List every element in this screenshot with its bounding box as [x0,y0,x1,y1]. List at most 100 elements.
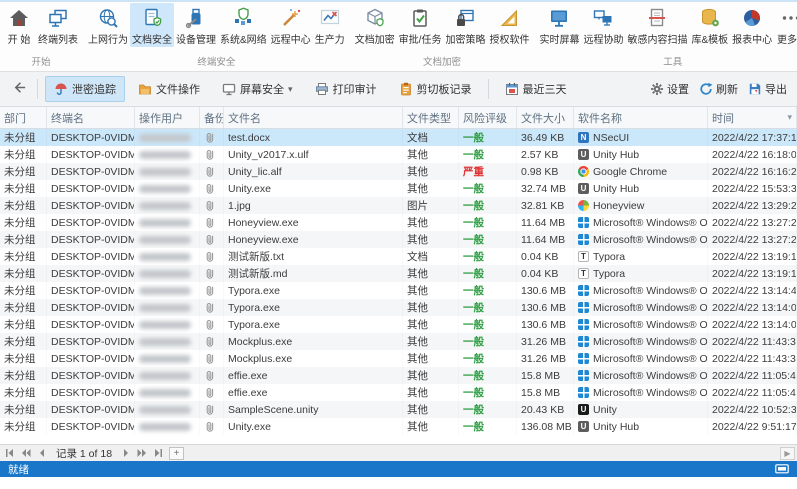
toolbar-tab-clipboard-record[interactable]: 剪切板记录 [390,76,481,102]
paperclip-icon[interactable] [204,369,216,382]
table-row[interactable]: 未分组DESKTOP-0VIDMDJHoneyview.exe其他一般11.64… [0,214,797,231]
cell-terminal: DESKTOP-0VIDMDJ [47,180,135,197]
prev-record-button[interactable] [34,446,50,460]
next-record-button[interactable] [118,446,134,460]
prev-page-button[interactable] [18,446,34,460]
ribbon-item-sensitive-scan[interactable]: 敏感内容扫描 [625,3,689,47]
ribbon-item-licensed-software[interactable]: 授权软件 [487,3,531,47]
toolbar-tab-file-operation[interactable]: 文件操作 [129,76,209,102]
table-body: 未分组DESKTOP-0VIDMDJtest.docx文档一般36.49 KBN… [0,129,797,444]
column-header-7[interactable]: 文件大小 [517,107,574,128]
paperclip-icon[interactable] [204,335,216,348]
calendar-icon [505,82,519,96]
column-header-4[interactable]: 文件名 [224,107,403,128]
software-name: Microsoft® Windows® Oper... [593,285,708,297]
ribbon-item-doc-security[interactable]: 文档安全 [130,3,174,47]
ribbon-item-more[interactable]: 更多... [774,3,797,47]
ribbon-item-productivity[interactable]: 生产力 [313,3,347,47]
append-record-button[interactable]: + [169,447,184,460]
export-button[interactable]: 导出 [748,81,787,97]
ribbon-item-home[interactable]: 开 始 [2,3,36,47]
table-row[interactable]: 未分组DESKTOP-0VIDMDJUnity_v2017.x.ulf其他一般2… [0,146,797,163]
column-header-8[interactable]: 软件名称 [574,107,708,128]
table-row[interactable]: 未分组DESKTOP-0VIDMDJSampleScene.unity其他一般2… [0,401,797,418]
paperclip-icon[interactable] [204,420,216,433]
column-header-3[interactable]: 备份 [200,107,224,128]
table-row[interactable]: 未分组DESKTOP-0VIDMDJ测试新版.txt文档一般0.04 KBTTy… [0,248,797,265]
operator-redacted [139,287,191,295]
paperclip-icon[interactable] [204,284,216,297]
column-header-2[interactable]: 操作用户 [135,107,200,128]
table-row[interactable]: 未分组DESKTOP-0VIDMDJeffie.exe其他一般15.8 MBMi… [0,367,797,384]
cell-terminal: DESKTOP-0VIDMDJ [47,384,135,401]
table-row[interactable]: 未分组DESKTOP-0VIDMDJtest.docx文档一般36.49 KBN… [0,129,797,146]
paperclip-icon[interactable] [204,403,216,416]
last-record-button[interactable] [150,446,166,460]
toolbar-tab-calendar[interactable]: 最近三天 [496,76,576,102]
table-row[interactable]: 未分组DESKTOP-0VIDMDJHoneyview.exe其他一般11.64… [0,231,797,248]
ribbon-item-approval-task[interactable]: 审批/任务 [397,3,444,47]
table-row[interactable]: 未分组DESKTOP-0VIDMDJ1.jpg图片一般32.81 KBHoney… [0,197,797,214]
table-row[interactable]: 未分组DESKTOP-0VIDMDJTypora.exe其他一般130.6 MB… [0,316,797,333]
column-filter-icon[interactable]: ▾ [787,112,792,123]
column-header-9[interactable]: 时间▾ [708,107,797,128]
cell-risk: 一般 [459,197,517,214]
paperclip-icon[interactable] [204,148,216,161]
paperclip-icon[interactable] [204,216,216,229]
paperclip-icon[interactable] [204,386,216,399]
table-row[interactable]: 未分组DESKTOP-0VIDMDJUnity.exe其他一般136.08 MB… [0,418,797,435]
table-row[interactable]: 未分组DESKTOP-0VIDMDJeffie.exe其他一般15.8 MBMi… [0,384,797,401]
paperclip-icon[interactable] [204,318,216,331]
first-record-button[interactable] [2,446,18,460]
column-header-6[interactable]: 风险评级 [459,107,517,128]
ribbon-item-label: 设备管理 [176,31,216,46]
next-page-button[interactable] [134,446,150,460]
cell-operator [135,333,200,350]
paperclip-icon[interactable] [204,233,216,246]
paperclip-icon[interactable] [204,250,216,263]
cell-terminal: DESKTOP-0VIDMDJ [47,282,135,299]
ribbon-group: 上网行为文档安全设备管理系统&网络远程中心生产力终端安全 [84,2,349,71]
cell-filename: 测试新版.md [224,265,403,282]
ribbon-item-library-template[interactable]: 库&模板 [689,3,730,47]
back-button[interactable] [6,77,32,101]
paperclip-icon[interactable] [204,301,216,314]
cell-software: Microsoft® Windows® Oper... [574,350,708,367]
ribbon-item-device-manage[interactable]: 设备管理 [174,3,218,47]
table-row[interactable]: 未分组DESKTOP-0VIDMDJUnity.exe其他一般32.74 MBU… [0,180,797,197]
refresh-button[interactable]: 刷新 [699,81,738,97]
paperclip-icon[interactable] [204,165,216,178]
paperclip-icon[interactable] [204,182,216,195]
ribbon-item-remote-assist[interactable]: 远程协助 [581,3,625,47]
ribbon-item-live-screen[interactable]: 实时屏幕 [537,3,581,47]
ribbon-item-report-center[interactable]: 报表中心 [730,3,774,47]
table-row[interactable]: 未分组DESKTOP-0VIDMDJMockplus.exe其他一般31.26 … [0,350,797,367]
cell-software: UUnity Hub [574,418,708,435]
ribbon-item-system-network[interactable]: 系统&网络 [218,3,269,47]
column-header-1[interactable]: 终端名 [47,107,135,128]
paperclip-icon[interactable] [204,199,216,212]
ribbon-item-remote-center[interactable]: 远程中心 [269,3,313,47]
ribbon-item-terminal-list[interactable]: 终端列表 [36,3,80,47]
paperclip-icon[interactable] [204,131,216,144]
column-header-5[interactable]: 文件类型 [403,107,459,128]
ribbon-item-encrypt-policy[interactable]: 加密策略 [443,3,487,47]
table-row[interactable]: 未分组DESKTOP-0VIDMDJ测试新版.md其他一般0.04 KBTTyp… [0,265,797,282]
ribbon-item-doc-encrypt[interactable]: 文档加密 [353,3,397,47]
paperclip-icon[interactable] [204,267,216,280]
software-name: NSecUI [593,132,629,144]
table-row[interactable]: 未分组DESKTOP-0VIDMDJMockplus.exe其他一般31.26 … [0,333,797,350]
toolbar-tab-print-audit[interactable]: 打印审计 [306,76,386,102]
table-row[interactable]: 未分组DESKTOP-0VIDMDJUnity_lic.alf其他严重0.98 … [0,163,797,180]
gear-button[interactable]: 设置 [650,81,689,97]
toolbar-tab-screen-security[interactable]: 屏幕安全▾ [213,76,302,102]
column-header-0[interactable]: 部门 [0,107,47,128]
table-row[interactable]: 未分组DESKTOP-0VIDMDJTypora.exe其他一般130.6 MB… [0,299,797,316]
paperclip-icon[interactable] [204,352,216,365]
unity-app-icon: U [578,404,589,415]
ribbon-item-web-behavior[interactable]: 上网行为 [86,3,130,47]
table-row[interactable]: 未分组DESKTOP-0VIDMDJTypora.exe其他一般130.6 MB… [0,282,797,299]
hscroll-right-button[interactable]: ▶ [780,447,795,460]
toolbar-tab-leak-trace[interactable]: 泄密追踪 [45,76,125,102]
agent-monitor-icon[interactable] [775,464,789,475]
